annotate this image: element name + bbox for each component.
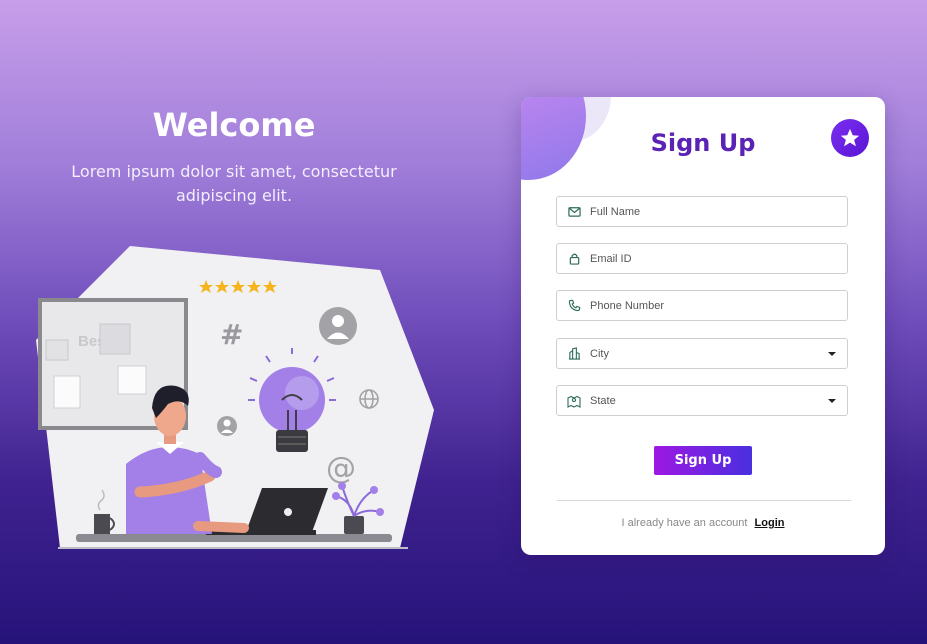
welcome-text: Lorem ipsum dolor sit amet, consectetur … bbox=[71, 162, 397, 205]
small-avatar-icon bbox=[217, 416, 237, 436]
state-select-value: State bbox=[590, 394, 616, 407]
signup-card: Sign Up City State Sign Up bbox=[521, 97, 885, 555]
full-name-input[interactable] bbox=[590, 197, 847, 226]
email-field[interactable] bbox=[556, 243, 848, 274]
chevron-down-icon bbox=[828, 351, 836, 356]
map-icon bbox=[567, 394, 581, 408]
illustration-person-with-idea: Best # @ bbox=[36, 246, 434, 549]
welcome-title: Welcome bbox=[152, 106, 316, 144]
state-select[interactable]: State bbox=[556, 385, 848, 416]
phone-icon bbox=[567, 299, 581, 313]
account-prompt: I already have an account bbox=[621, 517, 748, 529]
divider bbox=[557, 500, 851, 501]
lock-icon bbox=[567, 252, 581, 266]
phone-input[interactable] bbox=[590, 291, 847, 320]
login-row: I already have an account Login bbox=[521, 517, 885, 529]
city-select[interactable]: City bbox=[556, 338, 848, 369]
at-icon: @ bbox=[326, 451, 356, 486]
signup-button[interactable]: Sign Up bbox=[654, 446, 752, 475]
login-link[interactable]: Login bbox=[755, 517, 785, 529]
building-icon bbox=[567, 347, 581, 361]
phone-field[interactable] bbox=[556, 290, 848, 321]
city-select-value: City bbox=[590, 347, 609, 360]
signup-title: Sign Up bbox=[650, 129, 756, 157]
email-input[interactable] bbox=[590, 244, 847, 273]
user-avatar-icon bbox=[319, 307, 357, 345]
desk bbox=[76, 534, 392, 542]
hash-icon: # bbox=[220, 318, 243, 351]
mail-icon bbox=[567, 205, 581, 219]
chevron-down-icon bbox=[828, 398, 836, 403]
full-name-field[interactable] bbox=[556, 196, 848, 227]
